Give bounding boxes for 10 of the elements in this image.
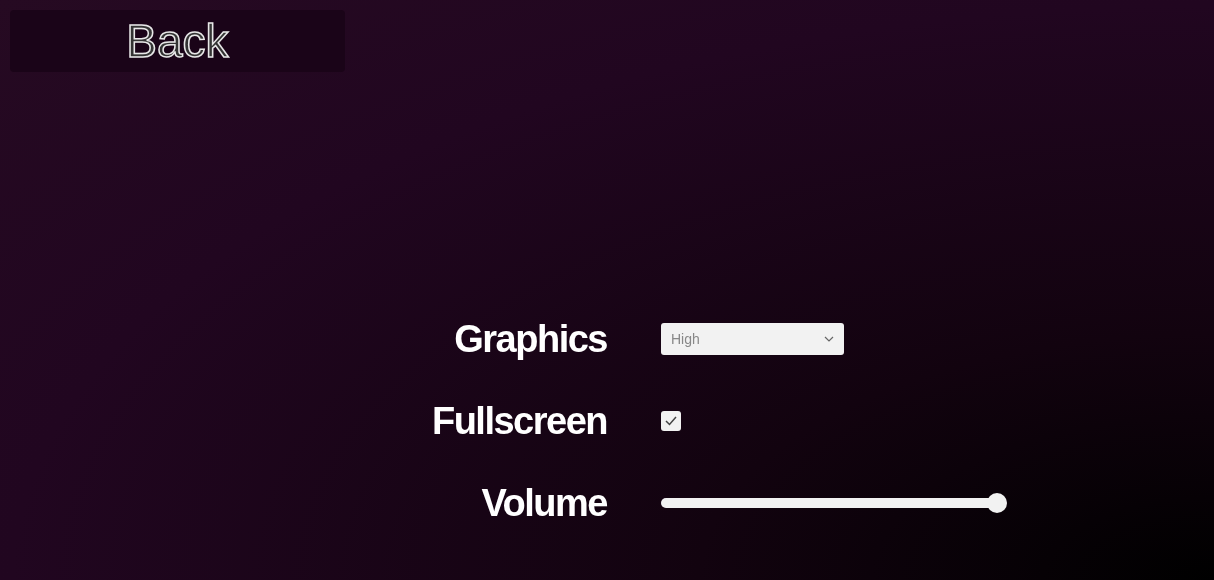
setting-label: Fullscreen: [431, 399, 607, 443]
setting-label: Volume: [481, 481, 607, 525]
setting-label: Graphics: [454, 317, 607, 361]
checkmark-icon: [665, 416, 677, 426]
graphics-dropdown[interactable]: High: [661, 323, 844, 355]
chevron-down-icon: [824, 336, 834, 342]
back-button[interactable]: Back: [10, 10, 345, 72]
checkbox[interactable]: [661, 411, 681, 431]
volume-slider[interactable]: [661, 493, 1007, 513]
slider-thumb[interactable]: [987, 493, 1007, 513]
